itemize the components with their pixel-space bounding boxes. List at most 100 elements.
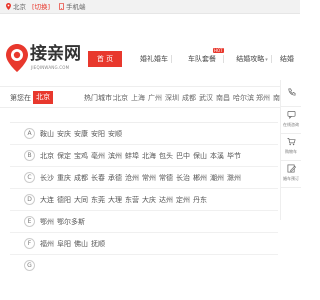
city-link[interactable]: 阜阳 <box>57 239 71 249</box>
city-link[interactable]: 鄂尔多斯 <box>57 217 85 227</box>
city-link[interactable]: 长沙 <box>40 173 54 183</box>
city-link[interactable]: 北海 <box>142 151 156 161</box>
city-link[interactable]: 定州 <box>176 195 190 205</box>
nav-wedding-label: 结婚 <box>280 55 294 63</box>
nav-fleet-packages[interactable]: 车队套餐 HOT <box>180 48 224 67</box>
city-link[interactable]: 毕节 <box>227 151 241 161</box>
city-link[interactable]: 鄂州 <box>40 217 54 227</box>
nav-wedding-guide[interactable]: 结婚攻略▾ <box>232 51 272 67</box>
city-group-row: D 大连 德阳 大同 东莞 大理 东营 大庆 达州 定州 丹东 <box>10 189 278 211</box>
city-link[interactable]: 抚顺 <box>91 239 105 249</box>
nav-fleet-packages-label: 车队套餐 <box>188 55 216 63</box>
switch-city-link[interactable]: [切换] <box>32 2 50 12</box>
city-link[interactable]: 长春 <box>91 173 105 183</box>
floating-sidebar: 在线咨询 购物车 婚车预订 <box>280 80 301 220</box>
city-link[interactable]: 滨州 <box>108 151 122 161</box>
city-link[interactable]: 东莞 <box>91 195 105 205</box>
city-group-row: B 北京 保定 宝鸡 亳州 滨州 蚌埠 北海 包头 巴中 保山 本溪 毕节 <box>10 145 278 167</box>
index-letter-badge: C <box>24 172 35 183</box>
index-letter-badge: F <box>24 238 35 249</box>
sidebar-phone[interactable] <box>281 80 301 107</box>
city-link[interactable]: 长治 <box>176 173 190 183</box>
nav-divider <box>271 55 272 63</box>
index-letter-badge: E <box>24 216 35 227</box>
nav-home-label: 首 页 <box>96 55 114 63</box>
city-link[interactable]: 郴州 <box>193 173 207 183</box>
nav-wedding-cars[interactable]: 婚礼婚车 <box>136 51 172 67</box>
nav-wedding-guide-label: 结婚攻略 <box>236 55 265 63</box>
hot-city-link[interactable]: 哈尔滨 <box>233 93 254 103</box>
city-link[interactable]: 福州 <box>40 239 54 249</box>
logo-text[interactable]: 接亲网 <box>30 45 81 63</box>
city-link[interactable]: 常德 <box>159 173 173 183</box>
mobile-phone-icon <box>59 3 64 10</box>
nav-home[interactable]: 首 页 <box>88 51 122 67</box>
hot-city-link[interactable]: 武汉 <box>199 93 213 103</box>
sidebar-online-chat[interactable]: 在线咨询 <box>281 107 301 134</box>
city-link[interactable]: 丹东 <box>193 195 207 205</box>
city-link[interactable]: 安阳 <box>91 129 105 139</box>
city-link[interactable]: 大理 <box>108 195 122 205</box>
city-link[interactable]: 成都 <box>74 173 88 183</box>
hot-city-link[interactable]: 南昌 <box>216 93 230 103</box>
city-link[interactable]: 安顺 <box>108 129 122 139</box>
city-link[interactable]: 北京 <box>40 151 54 161</box>
logo-pin-icon[interactable] <box>6 44 28 72</box>
sidebar-car-booking-label: 婚车预订 <box>283 176 299 181</box>
city-link[interactable]: 重庆 <box>57 173 71 183</box>
city-link[interactable]: 保定 <box>57 151 71 161</box>
hot-city-link[interactable]: 深圳 <box>165 93 179 103</box>
city-link[interactable]: 承德 <box>108 173 122 183</box>
index-letter-badge: A <box>24 128 35 139</box>
city-link[interactable]: 大连 <box>40 195 54 205</box>
city-link[interactable]: 巴中 <box>176 151 190 161</box>
city-link[interactable]: 安康 <box>74 129 88 139</box>
city-link[interactable]: 蚌埠 <box>125 151 139 161</box>
hot-city-link[interactable]: 广州 <box>148 93 162 103</box>
current-city-text: 北京 <box>13 3 26 11</box>
chevron-down-icon: ▾ <box>265 57 268 63</box>
city-group-row: C 长沙 重庆 成都 长春 承德 沧州 常州 常德 长治 郴州 潮州 滁州 <box>10 167 278 189</box>
nav-divider <box>171 55 172 63</box>
cart-icon <box>287 137 296 146</box>
city-link[interactable]: 鞍山 <box>40 129 54 139</box>
city-link[interactable]: 东营 <box>125 195 139 205</box>
city-link[interactable]: 宝鸡 <box>74 151 88 161</box>
city-link[interactable]: 大庆 <box>142 195 156 205</box>
city-index-panel: A 鞍山 安庆 安康 安阳 安顺 B 北京 保定 宝鸡 亳州 滨州 蚌埠 北海 … <box>10 122 278 300</box>
city-link[interactable]: 安庆 <box>57 129 71 139</box>
city-link[interactable]: 潮州 <box>210 173 224 183</box>
city-link[interactable]: 滁州 <box>227 173 241 183</box>
hot-city-link[interactable]: 上海 <box>131 93 145 103</box>
city-link[interactable]: 常州 <box>142 173 156 183</box>
current-city-button[interactable]: 北京 <box>33 91 53 104</box>
hot-city-link[interactable]: 成都 <box>182 93 196 103</box>
city-link[interactable]: 德阳 <box>57 195 71 205</box>
sidebar-cart[interactable]: 购物车 <box>281 134 301 161</box>
city-link[interactable]: 保山 <box>193 151 207 161</box>
sidebar-cart-label: 购物车 <box>285 149 297 154</box>
sidebar-online-chat-label: 在线咨询 <box>283 122 299 127</box>
city-selector-bar: 第您在 北京 热门城市： 北京 上海 广州 深圳 成都 武汉 南昌 哈尔滨 郑州… <box>0 86 300 108</box>
hot-badge: HOT <box>213 48 224 53</box>
nav-divider <box>223 55 224 63</box>
city-link[interactable]: 大同 <box>74 195 88 205</box>
city-link[interactable]: 本溪 <box>210 151 224 161</box>
city-group-row: G <box>10 255 278 277</box>
hot-city-link[interactable]: 郑州 <box>256 93 270 103</box>
city-link[interactable]: 佛山 <box>74 239 88 249</box>
city-link[interactable]: 包头 <box>159 151 173 161</box>
city-link[interactable]: 亳州 <box>91 151 105 161</box>
nav-wedding-cars-label: 婚礼婚车 <box>140 55 168 63</box>
sidebar-car-booking[interactable]: 婚车预订 <box>281 161 301 188</box>
edit-icon <box>287 164 296 173</box>
city-link[interactable]: 达州 <box>159 195 173 205</box>
hot-city-link[interactable]: 北京 <box>114 93 128 103</box>
index-letter-badge: G <box>24 260 35 271</box>
city-group-row: A 鞍山 安庆 安康 安阳 安顺 <box>10 123 278 145</box>
city-link[interactable]: 沧州 <box>125 173 139 183</box>
nav-wedding[interactable]: 结婚 <box>280 51 300 67</box>
location-pin-icon <box>6 3 11 10</box>
mobile-site-link[interactable]: 手机端 <box>66 2 86 12</box>
city-group-row: F 福州 阜阳 佛山 抚顺 <box>10 233 278 255</box>
